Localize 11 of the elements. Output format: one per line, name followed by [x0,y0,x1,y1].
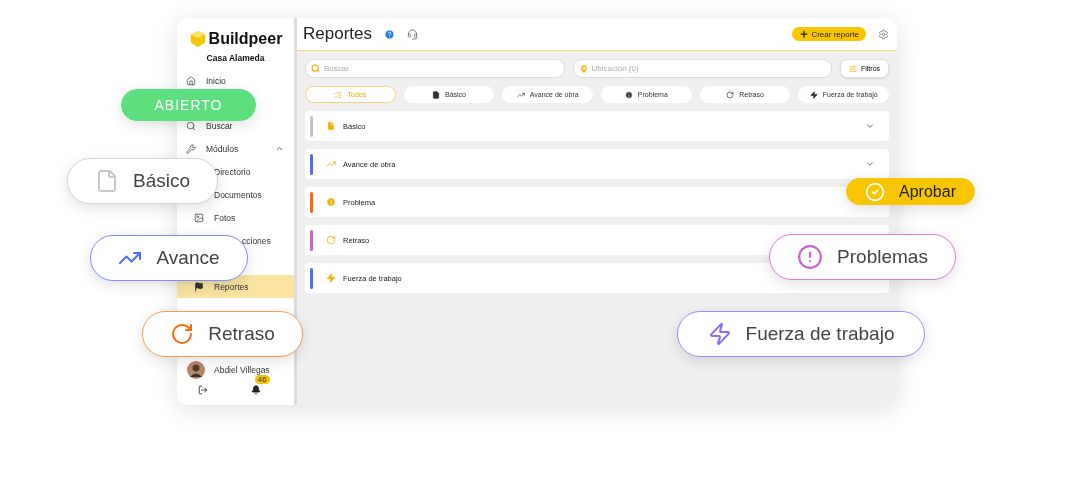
callout-label: Fuerza de trabajo [745,323,895,345]
brand-name: Buildpeer [208,30,283,48]
callout-label: ABIERTO [154,97,223,113]
callout-label: Aprobar [899,182,956,201]
callout-label: Avance [156,247,220,269]
page-title: Reportes [303,24,372,44]
project-name: Casa Alameda [205,53,266,63]
callout-label: Básico [133,170,190,192]
notification-count: 46 [254,375,270,384]
user-name: Abdiel Villegas [214,365,270,375]
callout-label: Retraso [208,323,275,345]
